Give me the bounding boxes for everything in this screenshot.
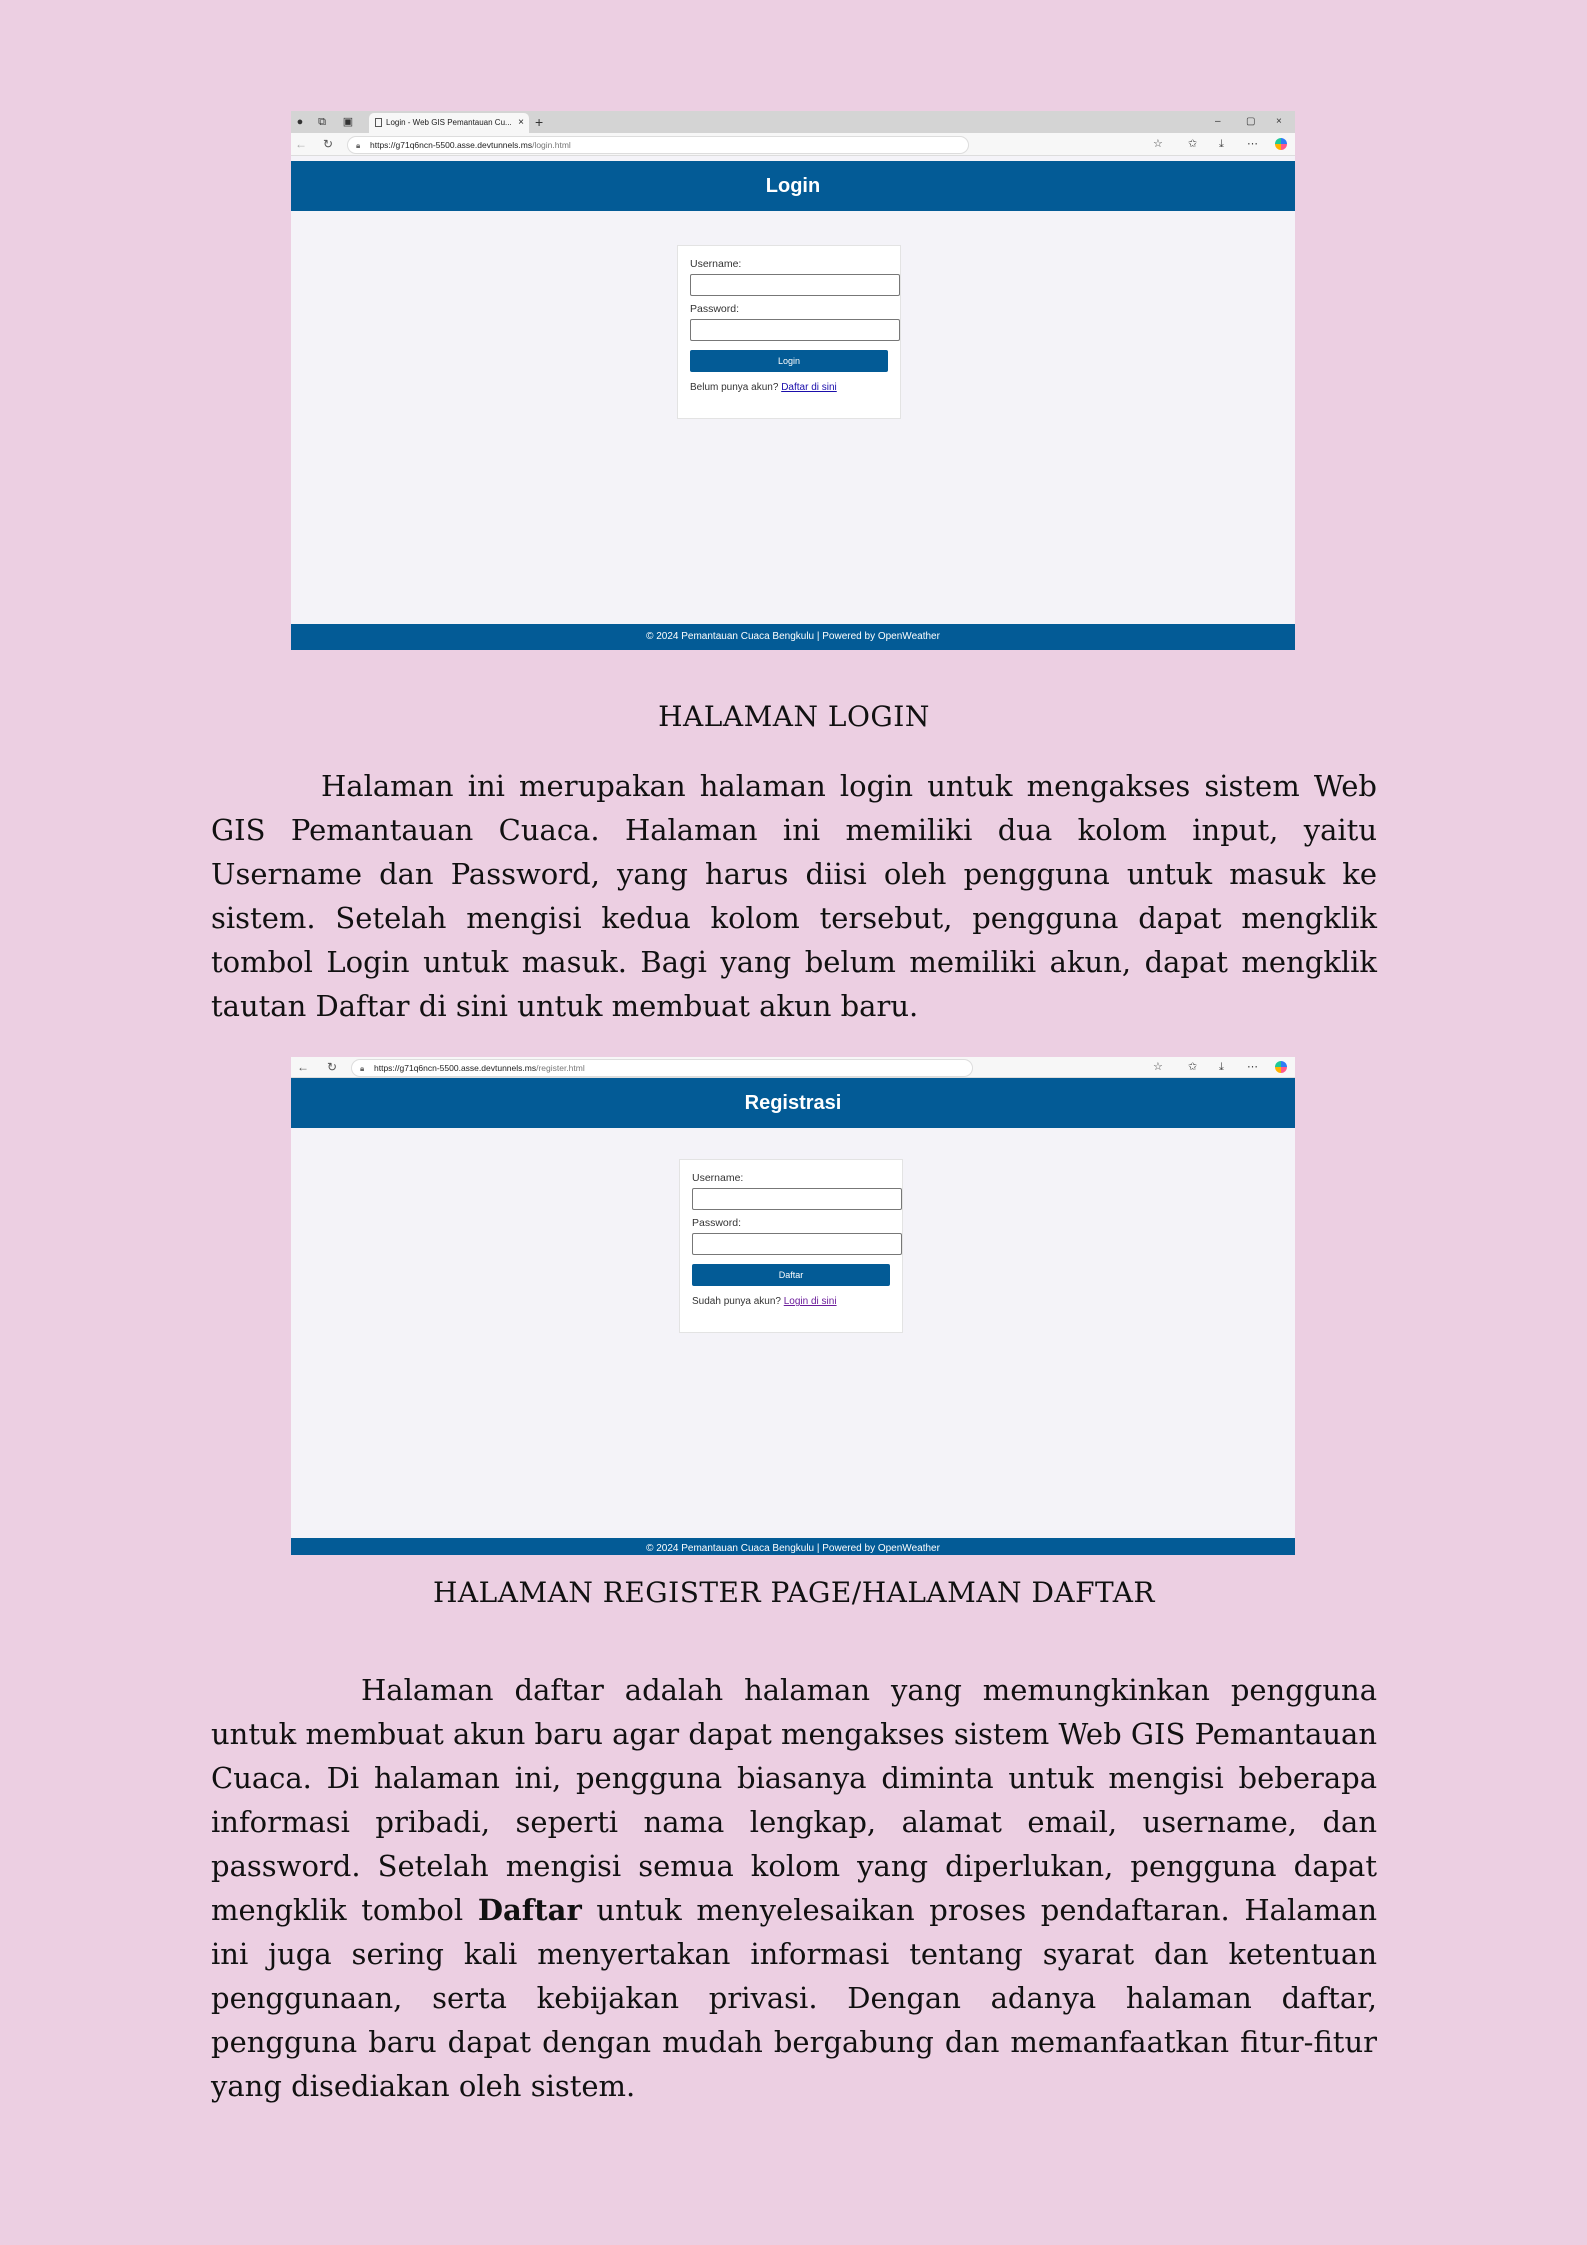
favorites-icon[interactable]: ✩	[1188, 136, 1197, 152]
restore-button[interactable]: ▢	[1246, 113, 1255, 131]
profile-icon[interactable]: ●	[293, 115, 307, 129]
username-input[interactable]	[692, 1188, 902, 1210]
more-menu-icon[interactable]: ⋯	[1247, 1059, 1258, 1075]
register-form-card: Username: Password: Daftar Sudah punya a…	[679, 1159, 903, 1333]
workspaces-icon[interactable]: ⧉	[315, 115, 329, 129]
browser-tab-login[interactable]: Login - Web GIS Pemantauan Cu... ×	[369, 113, 529, 133]
password-label: Password:	[692, 1217, 742, 1229]
address-bar-row: ← ↻ 🔒︎ https://g71q6ncn-5500.asse.devtunn…	[291, 1057, 1295, 1078]
password-input[interactable]	[690, 319, 900, 341]
url-path: /login.html	[532, 140, 571, 150]
more-menu-icon[interactable]: ⋯	[1247, 136, 1258, 152]
copilot-icon[interactable]	[1275, 1061, 1287, 1073]
favorite-star-icon[interactable]: ☆	[1153, 136, 1163, 152]
register-prompt-text: Belum punya akun?	[690, 382, 779, 393]
password-label: Password:	[690, 303, 740, 315]
page-footer: © 2024 Pemantauan Cuaca Bengkulu | Power…	[291, 1538, 1295, 1555]
register-description: Halaman daftar adalah halaman yang memun…	[211, 1668, 1377, 2108]
url-host: https://g71q6ncn-5500.asse.devtunnels.ms	[374, 1063, 537, 1073]
minimize-button[interactable]: –	[1215, 113, 1221, 131]
login-form-card: Username: Password: Login Belum punya ak…	[677, 245, 901, 419]
username-input[interactable]	[690, 274, 900, 296]
browser-tab-bar: ● ⧉ ▣ Login - Web GIS Pemantauan Cu... ×…	[291, 111, 1295, 133]
register-link[interactable]: Daftar di sini	[781, 382, 837, 393]
page-footer: © 2024 Pemantauan Cuaca Bengkulu | Power…	[291, 624, 1295, 650]
register-button[interactable]: Daftar	[692, 1264, 890, 1286]
lock-icon: 🔒︎	[356, 141, 361, 150]
tab-actions-icon[interactable]: ▣	[341, 115, 355, 129]
address-field[interactable]: 🔒︎ https://g71q6ncn-5500.asse.devtunnels.…	[351, 1059, 973, 1077]
username-label: Username:	[692, 1172, 744, 1184]
refresh-icon[interactable]: ↻	[327, 1059, 337, 1075]
login-button[interactable]: Login	[690, 350, 888, 372]
page-header: Registrasi	[291, 1078, 1295, 1128]
url-host: https://g71q6ncn-5500.asse.devtunnels.ms	[370, 140, 533, 150]
login-page-screenshot: ● ⧉ ▣ Login - Web GIS Pemantauan Cu... ×…	[291, 111, 1295, 650]
register-page-screenshot: ← ↻ 🔒︎ https://g71q6ncn-5500.asse.devtunn…	[291, 1057, 1295, 1555]
download-icon[interactable]: ⤓	[1219, 1059, 1224, 1075]
login-prompt: Sudah punya akun? Login di sini	[692, 1296, 837, 1307]
login-description: Halaman ini merupakan halaman login untu…	[211, 769, 1377, 1023]
login-caption: HALAMAN LOGIN	[658, 700, 930, 733]
copilot-icon[interactable]	[1275, 138, 1287, 150]
login-link[interactable]: Login di sini	[784, 1296, 837, 1307]
register-description-text-1: Halaman daftar adalah halaman yang memun…	[211, 1673, 1377, 1927]
refresh-icon[interactable]: ↻	[323, 136, 333, 152]
page-icon	[375, 118, 382, 127]
register-prompt: Belum punya akun? Daftar di sini	[690, 382, 837, 393]
close-window-button[interactable]: ×	[1276, 113, 1282, 131]
favorites-icon[interactable]: ✩	[1188, 1059, 1197, 1075]
register-caption: HALAMAN REGISTER PAGE/HALAMAN DAFTAR	[433, 1576, 1155, 1609]
password-input[interactable]	[692, 1233, 902, 1255]
login-prompt-text: Sudah punya akun?	[692, 1296, 781, 1307]
tab-title: Login - Web GIS Pemantauan Cu...	[386, 118, 512, 127]
back-arrow-icon[interactable]: ←	[295, 136, 307, 152]
download-icon[interactable]: ⤓	[1219, 136, 1224, 152]
new-tab-button[interactable]: +	[535, 113, 543, 131]
favorite-star-icon[interactable]: ☆	[1153, 1059, 1163, 1075]
back-arrow-icon[interactable]: ←	[297, 1059, 309, 1075]
url-path: /register.html	[536, 1063, 585, 1073]
register-description-bold: Daftar	[477, 1893, 582, 1927]
lock-icon: 🔒︎	[360, 1064, 365, 1073]
address-bar-row: ← ↻ 🔒︎ https://g71q6ncn-5500.asse.devtunn…	[291, 133, 1295, 156]
address-field[interactable]: 🔒︎ https://g71q6ncn-5500.asse.devtunnels.…	[347, 136, 969, 154]
page-header: Login	[291, 161, 1295, 211]
username-label: Username:	[690, 258, 742, 270]
tab-close-icon[interactable]: ×	[518, 113, 524, 133]
